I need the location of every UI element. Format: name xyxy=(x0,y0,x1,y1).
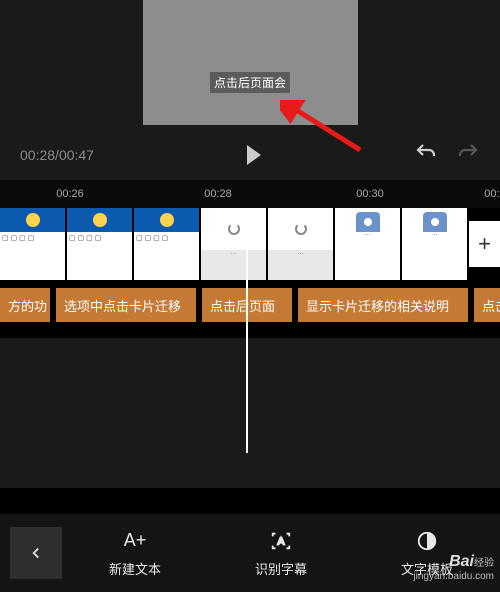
redo-icon xyxy=(456,141,480,165)
video-clip[interactable]: ▢ ▢ ▢ ▢ xyxy=(0,208,65,280)
play-button[interactable] xyxy=(114,145,394,165)
ruler-tick: 00:28 xyxy=(204,188,232,200)
undo-icon xyxy=(414,141,438,165)
plus-icon: + xyxy=(478,231,491,257)
video-clip[interactable]: ··· xyxy=(402,208,467,280)
playhead[interactable] xyxy=(246,208,248,453)
undo-button[interactable] xyxy=(414,141,438,170)
caption-clip[interactable]: 点击下 xyxy=(474,288,500,322)
ruler-tick: 00:26 xyxy=(56,188,84,200)
ruler-tick: 00:3 xyxy=(484,188,500,200)
tool-label: 识别字幕 xyxy=(255,559,307,578)
caption-text: 点击后页面 xyxy=(210,296,275,315)
video-clip[interactable]: ··· xyxy=(201,208,266,280)
ruler-tick: 00:30 xyxy=(356,188,384,200)
video-preview[interactable]: 点击后页面会 xyxy=(143,0,358,125)
video-track[interactable]: ▢ ▢ ▢ ▢ ▢ ▢ ▢ ▢ ▢ ▢ ▢ ▢ ··· ··· ··· ··· … xyxy=(0,208,500,280)
preview-caption: 点击后页面会 xyxy=(210,72,290,93)
video-clip[interactable]: ··· xyxy=(335,208,400,280)
chevron-left-icon xyxy=(27,544,45,562)
caption-text: 显示卡片迁移的相关说明 xyxy=(306,296,449,315)
redo-button[interactable] xyxy=(456,141,480,170)
video-clip[interactable]: ··· xyxy=(268,208,333,280)
recognize-subtitles-button[interactable]: A 识别字幕 xyxy=(255,529,307,578)
caption-clip[interactable]: 方的功 xyxy=(0,288,50,322)
timeline-tracks[interactable]: ▢ ▢ ▢ ▢ ▢ ▢ ▢ ▢ ▢ ▢ ▢ ▢ ··· ··· ··· ··· … xyxy=(0,208,500,338)
timeline-ruler[interactable]: 00:26 00:28 00:30 00:3 xyxy=(0,180,500,208)
tool-label: 新建文本 xyxy=(109,559,161,578)
caption-clip[interactable]: 显示卡片迁移的相关说明 xyxy=(298,288,468,322)
caption-text: 方的功 xyxy=(8,296,47,315)
timeline-empty-area[interactable] xyxy=(0,338,500,488)
time-current: 00:28 xyxy=(20,147,55,163)
play-icon xyxy=(247,145,261,165)
watermark: Bai经验 jingyan.baidu.com xyxy=(413,553,494,582)
new-text-button[interactable]: A+ 新建文本 xyxy=(109,529,161,578)
video-clip[interactable]: ▢ ▢ ▢ ▢ xyxy=(67,208,132,280)
new-text-icon: A+ xyxy=(124,529,147,553)
template-icon xyxy=(416,529,438,553)
playback-controls: 00:28/00:47 xyxy=(0,130,500,180)
recognize-icon: A xyxy=(270,529,292,553)
svg-text:A: A xyxy=(278,536,285,547)
watermark-url: jingyan.baidu.com xyxy=(413,571,494,582)
preview-area: 点击后页面会 xyxy=(0,0,500,130)
time-total: 00:47 xyxy=(59,147,94,163)
video-clip[interactable]: ▢ ▢ ▢ ▢ xyxy=(134,208,199,280)
back-button[interactable] xyxy=(10,527,62,579)
caption-track[interactable]: 方的功 选项中点击卡片迁移 点击后页面 显示卡片迁移的相关说明 点击下 xyxy=(0,288,500,322)
caption-clip[interactable]: 选项中点击卡片迁移 xyxy=(56,288,196,322)
add-clip-button[interactable]: + xyxy=(469,221,500,267)
caption-text: 选项中点击卡片迁移 xyxy=(64,296,181,315)
caption-text: 点击下 xyxy=(482,296,500,315)
timecode: 00:28/00:47 xyxy=(20,147,94,163)
